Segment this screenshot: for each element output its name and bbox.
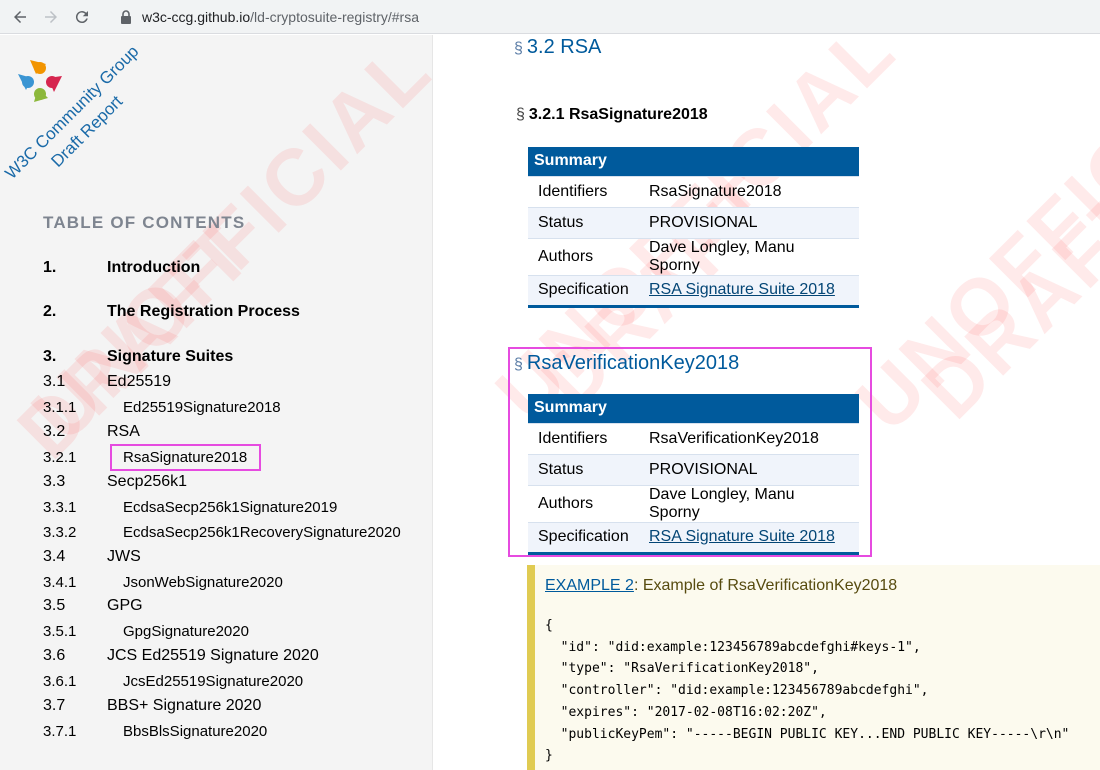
summary-table-rsasignature: Summary Identifiers RsaSignature2018 Stat…	[528, 147, 859, 308]
lock-icon	[120, 10, 132, 24]
example-caption: : Example of RsaVerificationKey2018	[633, 577, 898, 594]
main-content: UNOFFICIAL DRAFT UNOFFICIAL DRAFT §3.2 R…	[434, 35, 1100, 770]
subsection-heading: § 3.2.1 RsaSignature2018	[516, 106, 708, 124]
toc-item[interactable]: 1. Introduction	[0, 257, 432, 279]
logo-text-line1: W3C Community Group	[1, 42, 142, 183]
toc-item[interactable]: 3.6.1 JcsEd25519Signature2020	[0, 670, 432, 692]
section-link-icon[interactable]: §	[516, 106, 525, 123]
toc-item[interactable]: 3.1 Ed25519	[0, 371, 432, 393]
back-icon[interactable]	[9, 6, 31, 28]
table-row: Specification RSA Signature Suite 2018	[528, 274, 859, 308]
toc-item[interactable]: 3. Signature Suites	[0, 346, 432, 368]
table-row: Status PROVISIONAL	[528, 206, 859, 238]
table-header: Summary	[528, 147, 859, 176]
toc-item[interactable]: 3.4 JWS	[0, 546, 432, 568]
url-host: w3c-ccg.github.io	[142, 9, 251, 25]
toc-item[interactable]: 3.5 GPG	[0, 595, 432, 617]
example-block: EXAMPLE 2: Example of RsaVerificationKey…	[527, 565, 1100, 770]
section-title: 3.2 RSA	[526, 36, 602, 58]
url-path: /ld-cryptosuite-registry/#rsa	[250, 9, 419, 25]
toc-item[interactable]: 3.3.2 EcdsaSecp256k1RecoverySignature2020	[0, 521, 432, 543]
toc-item[interactable]: 3.4.1 JsonWebSignature2020	[0, 571, 432, 593]
table-row: Authors Dave Longley, Manu Sporny	[528, 237, 859, 275]
section-heading-rsa: § 3.2 RSA	[514, 36, 601, 59]
toc-item[interactable]: 3.7 BBS+ Signature 2020	[0, 695, 432, 717]
toc-item[interactable]: 3.3.1 EcdsaSecp256k1Signature2019	[0, 496, 432, 518]
toc-item[interactable]: 3.5.1 GpgSignature2020	[0, 620, 432, 642]
reload-icon[interactable]	[71, 6, 93, 28]
w3c-community-group-logo[interactable]: W3C Community Group Draft Report	[0, 40, 160, 200]
section-link-icon[interactable]: §	[514, 40, 523, 57]
table-row: Identifiers RsaSignature2018	[528, 175, 859, 207]
highlight-box-toc	[110, 444, 261, 471]
watermark-unofficial: UNOFFICIAL	[838, 35, 1100, 448]
example-link[interactable]: EXAMPLE 2	[545, 577, 634, 594]
example-title: EXAMPLE 2: Example of RsaVerificationKey…	[545, 577, 897, 595]
toc-item[interactable]: 3.1.1 Ed25519Signature2018	[0, 396, 432, 418]
toc-item[interactable]: 3.3 Secp256k1	[0, 471, 432, 493]
forward-icon[interactable]	[40, 6, 62, 28]
address-bar[interactable]: w3c-ccg.github.io/ld-cryptosuite-registr…	[108, 4, 1093, 30]
toc-item[interactable]: 2. The Registration Process	[0, 301, 432, 323]
toc-item[interactable]: 3.6 JCS Ed25519 Signature 2020	[0, 645, 432, 667]
specification-link[interactable]: RSA Signature Suite 2018	[649, 281, 835, 298]
highlight-box-section	[508, 347, 872, 557]
toc-title: TABLE OF CONTENTS	[43, 213, 246, 232]
watermark-draft: DRAFT	[904, 166, 1100, 436]
toc-item[interactable]: 3.7.1 BbsBlsSignature2020	[0, 720, 432, 742]
browser-toolbar: w3c-ccg.github.io/ld-cryptosuite-registr…	[0, 0, 1100, 34]
sidebar: W3C Community Group Draft Report UNOFFIC…	[0, 35, 433, 770]
toc-item[interactable]: 3.2 RSA	[0, 421, 432, 443]
example-code: { "id": "did:example:123456789abcdefghi#…	[545, 618, 1070, 764]
subsection-title: 3.2.1 RsaSignature2018	[528, 106, 708, 123]
